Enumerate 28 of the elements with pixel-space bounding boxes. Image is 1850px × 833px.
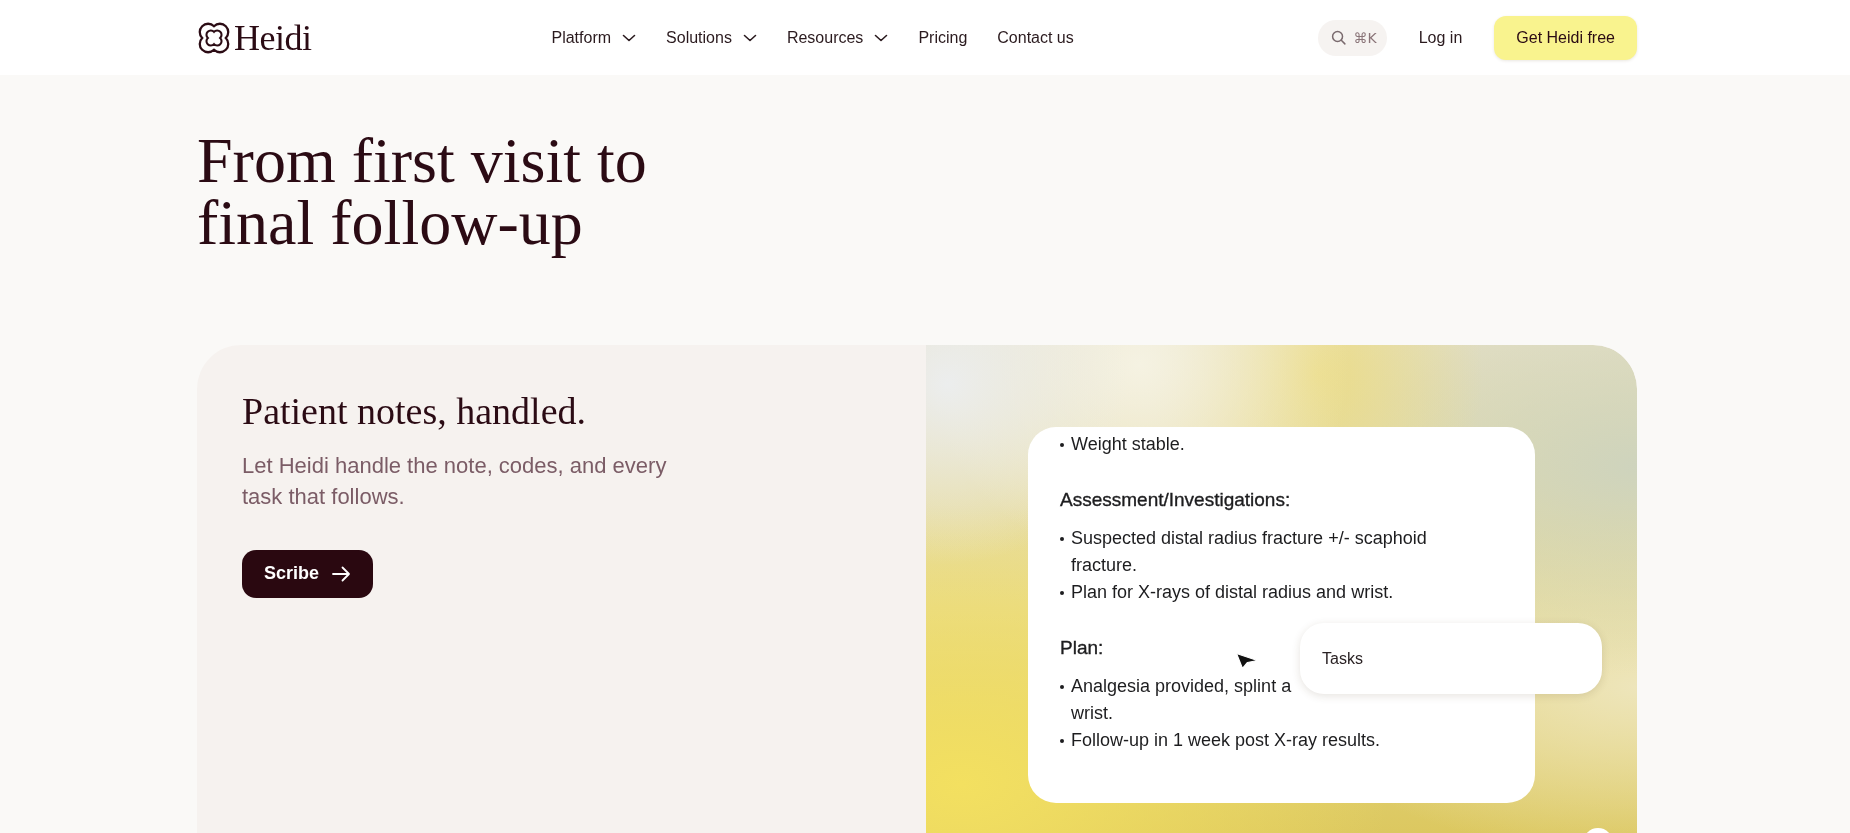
note-text: Analgesia provided, splint a wrist. (1071, 675, 1292, 725)
nav-link[interactable]: Solutions (666, 26, 757, 49)
search-icon (1330, 30, 1346, 45)
popup-label: Tasks (1322, 649, 1363, 668)
bullet-icon (1060, 443, 1064, 447)
cta-button[interactable]: Get Heidi free (1494, 15, 1637, 60)
nav-link[interactable]: Resources (786, 26, 889, 49)
note-heading: Assessment/Investigations: (1060, 488, 1291, 512)
feature-description: Let Heidi handle the note, codes, and every task that follows. (242, 451, 668, 511)
bullet-icon (1060, 591, 1064, 595)
logo-icon (197, 20, 231, 55)
nav-link[interactable]: Platform (551, 26, 637, 49)
bullet-icon (1060, 685, 1064, 689)
bullet-icon (1060, 739, 1064, 743)
brand-name: Heidi (234, 17, 312, 58)
nav-link[interactable]: Pricing (918, 26, 968, 49)
login-link[interactable]: Log in (1418, 26, 1463, 49)
bullet-icon (1060, 537, 1064, 541)
search-button[interactable]: ⌘K (1317, 19, 1387, 56)
note-text: Plan for X-rays of distal radius and wrist. (1071, 581, 1394, 604)
note-text: Suspected distal radius fracture +/- scaphoid fracture. (1071, 527, 1428, 577)
nav-link[interactable]: Contact us (997, 26, 1074, 49)
note-text: Weight stable. (1071, 433, 1185, 456)
note-heading: Plan: (1060, 636, 1104, 660)
note-text: Follow-up in 1 week post X-ray results. (1071, 729, 1381, 752)
action-button[interactable]: Scribe (242, 549, 374, 598)
feature-title: Patient notes, handled. (242, 389, 587, 434)
cursor-icon (1235, 652, 1259, 670)
